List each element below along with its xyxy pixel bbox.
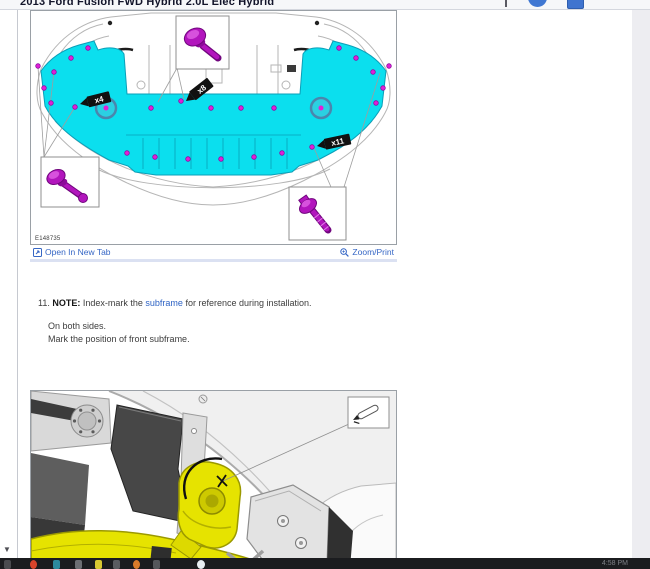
- taskbar-icon-7[interactable]: [153, 560, 160, 569]
- article-content: x4 x8 x11 E148735 Open In New Tab Zoom/P…: [18, 9, 632, 558]
- rail-bracket: [150, 545, 172, 558]
- step-number: 11.: [38, 298, 50, 308]
- taskbar-icon-6[interactable]: [133, 560, 140, 569]
- taskbar-icon-5[interactable]: [113, 560, 120, 569]
- step-line-1: On both sides.: [48, 321, 107, 331]
- taskbar-icon-1[interactable]: [30, 560, 37, 569]
- bolt-dot: [314, 20, 320, 26]
- figure-subframe-mark: [30, 390, 397, 558]
- left-scrollbar[interactable]: ▼: [0, 9, 18, 558]
- page-title: 2013 Ford Fusion FWD Hybrid 2.0L Elec Hy…: [20, 0, 275, 8]
- note-text: Index-mark the: [82, 298, 143, 308]
- zoom-print-link[interactable]: Zoom/Print: [340, 247, 394, 257]
- open-in-new-tab-link[interactable]: Open In New Tab: [33, 247, 111, 257]
- scroll-down-icon[interactable]: ▼: [3, 546, 11, 554]
- taskbar-clock: 4:58 PM: [601, 560, 628, 567]
- magnifier-icon: [340, 247, 350, 257]
- splash-shield: [110, 404, 190, 524]
- step-detail-lines: On both sides. Mark the position of fron…: [48, 320, 632, 346]
- taskbar-icon-4[interactable]: [95, 560, 102, 569]
- caret-mark: [505, 0, 507, 7]
- step-11: 11. NOTE: Index-mark the subframe for re…: [38, 298, 632, 346]
- right-gutter: [632, 9, 650, 558]
- vent-detail: [287, 65, 296, 72]
- taskbar-start-icon[interactable]: [4, 560, 11, 569]
- note-tail: for reference during installation.: [185, 298, 312, 308]
- desktop-screen: 2013 Ford Fusion FWD Hybrid 2.0L Elec Hy…: [0, 0, 650, 569]
- bolt-dot: [107, 20, 113, 26]
- taskbar-icon-8[interactable]: [197, 560, 205, 569]
- header-bar: 2013 Ford Fusion FWD Hybrid 2.0L Elec Hy…: [0, 0, 650, 10]
- figure1-frame: x4 x8 x11 E148735: [30, 10, 397, 245]
- note-label: NOTE:: [52, 298, 81, 308]
- subframe-link[interactable]: subframe: [145, 298, 183, 308]
- step-line-2: Mark the position of front subframe.: [48, 334, 190, 344]
- taskbar-icon-2[interactable]: [53, 560, 60, 569]
- figure-id-label: E148735: [35, 236, 61, 242]
- step-note: 11. NOTE: Index-mark the subframe for re…: [38, 298, 632, 308]
- document-icon[interactable]: [567, 0, 584, 9]
- open-in-new-tab-icon: [33, 247, 42, 257]
- taskbar[interactable]: 4:58 PM: [0, 558, 650, 569]
- figure1-footer: Open In New Tab Zoom/Print: [30, 245, 397, 262]
- avatar[interactable]: [528, 0, 547, 7]
- underbody-shield-illustration: x4 x8 x11: [35, 12, 392, 241]
- subframe-mark-illustration: [31, 391, 396, 558]
- figure-underbody-shield: x4 x8 x11 E148735 Open In New Tab Zoom/P…: [30, 10, 397, 262]
- taskbar-icon-3[interactable]: [75, 560, 82, 569]
